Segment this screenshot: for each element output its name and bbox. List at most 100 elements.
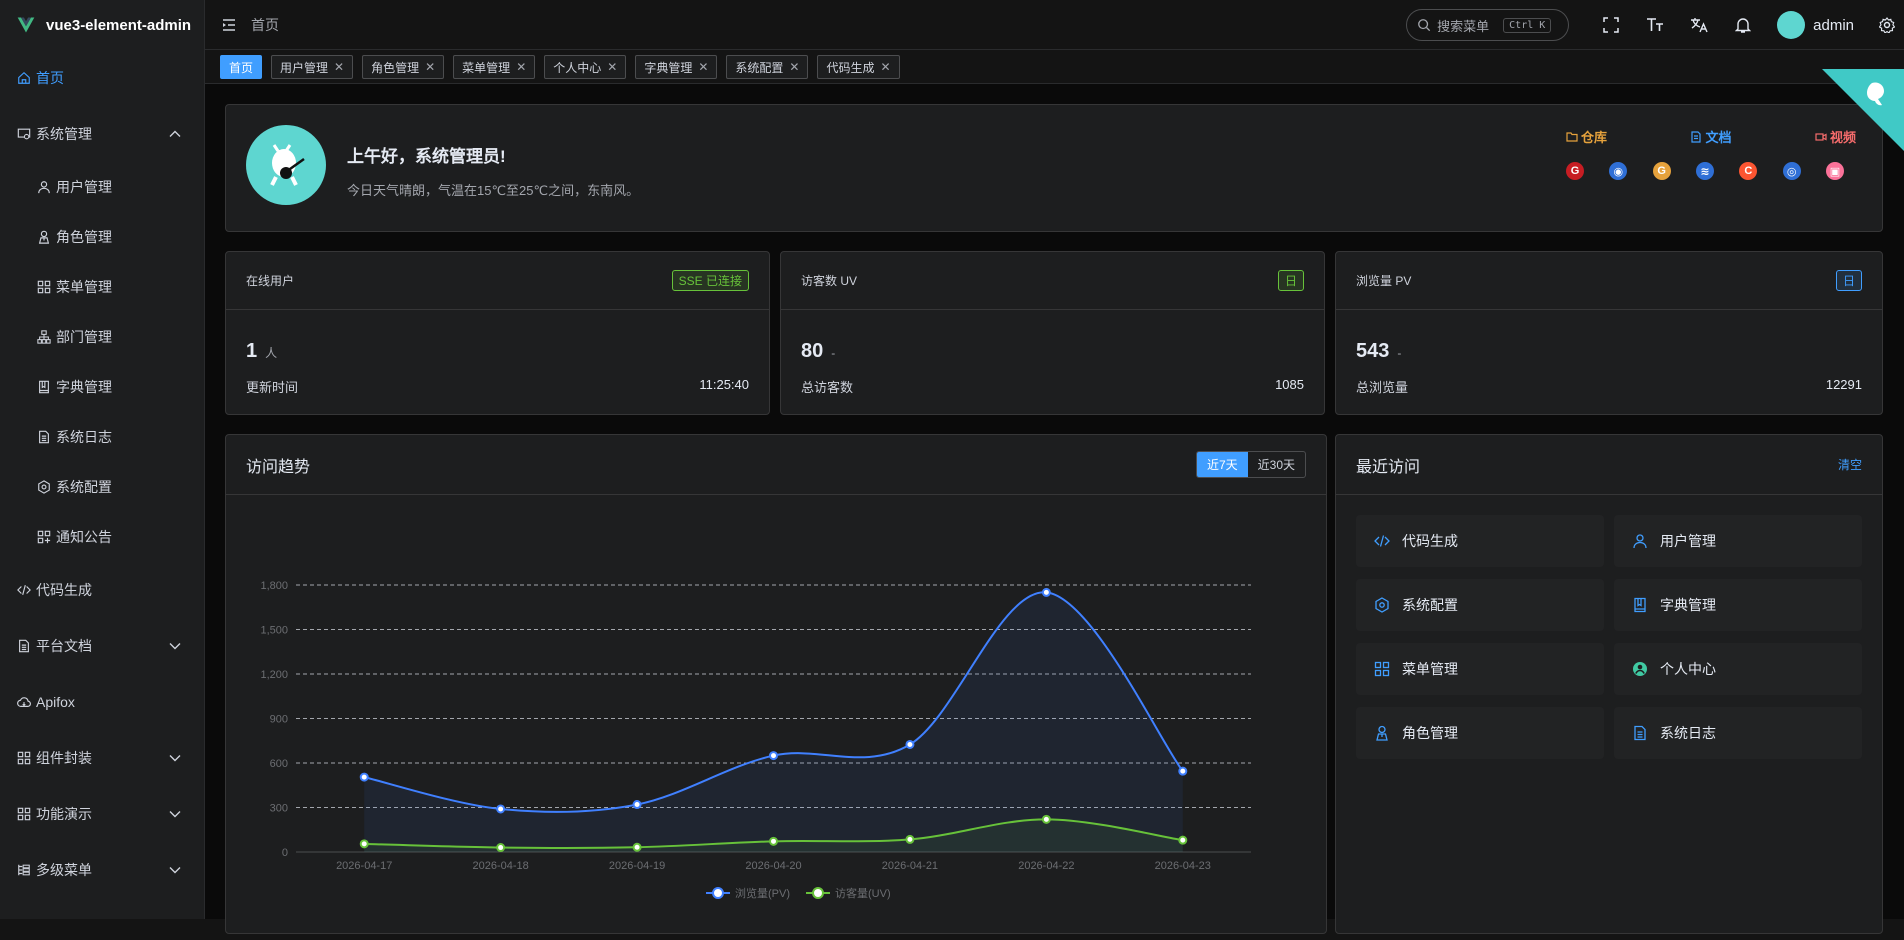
- y-tick-label: 600: [270, 758, 288, 770]
- logo[interactable]: vue3-element-admin: [0, 0, 204, 50]
- recent-item-5[interactable]: 个人中心: [1614, 643, 1862, 695]
- recent-item-0[interactable]: 代码生成: [1356, 515, 1604, 567]
- platform-icon-5[interactable]: ◎: [1783, 162, 1801, 180]
- x-tick-label: 2026-04-19: [609, 860, 665, 872]
- sidebar-item-0[interactable]: 首页: [0, 50, 204, 106]
- close-icon[interactable]: ✕: [607, 60, 617, 74]
- tag-2[interactable]: 角色管理✕: [362, 55, 444, 79]
- recent-item-7[interactable]: 系统日志: [1614, 707, 1862, 759]
- setting-icon-wrap: [36, 479, 52, 495]
- tag-5[interactable]: 字典管理✕: [635, 55, 717, 79]
- dashboard: 上午好，系统管理员! 今日天气晴朗，气温在15℃至25℃之间，东南风。 仓库 文…: [205, 84, 1904, 919]
- github-corner-icon[interactable]: [1822, 69, 1904, 151]
- avatar: [1777, 11, 1805, 39]
- sidebar-item-7[interactable]: 系统日志: [0, 412, 204, 462]
- tag-4[interactable]: 个人中心✕: [544, 55, 626, 79]
- close-icon[interactable]: ✕: [425, 60, 435, 74]
- user-dropdown[interactable]: admin: [1765, 11, 1874, 39]
- platform-icon-0[interactable]: G: [1566, 162, 1584, 180]
- fullscreen-button[interactable]: [1589, 0, 1633, 50]
- sidebar-item-1[interactable]: 系统管理: [0, 106, 204, 162]
- sidebar-item-9[interactable]: 通知公告: [0, 512, 204, 562]
- sidebar-item-5[interactable]: 部门管理: [0, 312, 204, 362]
- sidebar-item-13[interactable]: 组件封装: [0, 730, 204, 786]
- sidebar-item-3[interactable]: 角色管理: [0, 212, 204, 262]
- tag-3[interactable]: 菜单管理 ✕: [453, 55, 535, 79]
- y-tick-label: 0: [282, 847, 288, 859]
- sidebar-item-12[interactable]: Apifox: [0, 674, 204, 730]
- period-badge[interactable]: 日: [1278, 270, 1304, 291]
- docs-link[interactable]: 文档: [1690, 127, 1731, 146]
- recent-item-6[interactable]: 角色管理: [1356, 707, 1604, 759]
- setting-icon: [1374, 597, 1390, 613]
- breadcrumb[interactable]: 首页: [251, 15, 279, 35]
- gear-icon: [1879, 17, 1895, 33]
- tag-label: 菜单管理: [462, 59, 510, 76]
- welcome-card: 上午好，系统管理员! 今日天气晴朗，气温在15℃至25℃之间，东南风。 仓库 文…: [225, 104, 1883, 232]
- tag-0[interactable]: 首页: [220, 55, 262, 79]
- stat-foot-value: 12291: [1826, 377, 1862, 396]
- font-size-button[interactable]: [1633, 0, 1677, 50]
- platform-icon-1[interactable]: ◉: [1609, 162, 1627, 180]
- app-title: vue3-element-admin: [46, 17, 191, 34]
- data-point: [634, 801, 641, 808]
- language-button[interactable]: [1677, 0, 1721, 50]
- profile-icon: [1632, 661, 1648, 677]
- close-icon[interactable]: ✕: [789, 60, 799, 74]
- sidebar-item-label: 功能演示: [36, 804, 92, 824]
- notice-icon-wrap: [36, 529, 52, 545]
- stat-unit: -: [831, 346, 835, 360]
- close-icon[interactable]: ✕: [516, 60, 526, 74]
- y-tick-label: 1,500: [260, 625, 288, 637]
- tag-6[interactable]: 系统配置✕: [726, 55, 808, 79]
- sidebar-item-6[interactable]: 字典管理: [0, 362, 204, 412]
- chevron-up-icon: [168, 127, 182, 141]
- menu-icon: [17, 751, 31, 765]
- close-icon[interactable]: ✕: [334, 60, 344, 74]
- tag-1[interactable]: 用户管理✕: [271, 55, 353, 79]
- chevron-down-icon: [168, 863, 182, 877]
- sidebar: vue3-element-admin 首页系统管理用户管理角色管理菜单管理部门管…: [0, 0, 205, 919]
- user-name: admin: [1813, 17, 1854, 34]
- settings-button[interactable]: [1874, 0, 1900, 50]
- menu-search-input[interactable]: 搜索菜单 Ctrl K: [1406, 9, 1569, 41]
- sidebar-item-11[interactable]: 平台文档: [0, 618, 204, 674]
- list-icon: [17, 863, 31, 877]
- close-icon[interactable]: ✕: [698, 60, 708, 74]
- close-icon[interactable]: ✕: [881, 60, 891, 74]
- sidebar-item-8[interactable]: 系统配置: [0, 462, 204, 512]
- sidebar-item-2[interactable]: 用户管理: [0, 162, 204, 212]
- legend-marker: [813, 888, 823, 898]
- sidebar-item-15[interactable]: 多级菜单: [0, 842, 204, 898]
- online-users-card: 在线用户SSE 已连接 1人 更新时间11:25:40: [225, 251, 770, 415]
- menu-icon-wrap: [16, 806, 32, 822]
- data-point: [634, 844, 641, 851]
- clear-button[interactable]: 清空: [1838, 456, 1862, 473]
- menu-icon: [17, 807, 31, 821]
- platform-icon-2[interactable]: G: [1653, 162, 1671, 180]
- recent-item-4[interactable]: 菜单管理: [1356, 643, 1604, 695]
- recent-visits-card: 最近访问 清空 代码生成用户管理系统配置字典管理菜单管理个人中心角色管理系统日志: [1335, 434, 1883, 934]
- platform-icon-6[interactable]: ▣: [1826, 162, 1844, 180]
- sidebar-item-10[interactable]: 代码生成: [0, 562, 204, 618]
- notification-button[interactable]: [1721, 0, 1765, 50]
- repo-link[interactable]: 仓库: [1566, 127, 1607, 146]
- period-badge[interactable]: 日: [1836, 270, 1862, 291]
- range-7d-button[interactable]: 近7天: [1197, 452, 1248, 477]
- tag-7[interactable]: 代码生成✕: [817, 55, 899, 79]
- platform-icon-3[interactable]: ≋: [1696, 162, 1714, 180]
- recent-item-2[interactable]: 系统配置: [1356, 579, 1604, 631]
- sidebar-item-14[interactable]: 功能演示: [0, 786, 204, 842]
- platform-icon-4[interactable]: C: [1739, 162, 1757, 180]
- range-30d-button[interactable]: 近30天: [1248, 452, 1305, 477]
- tag-label: 首页: [229, 59, 253, 76]
- legend-label: 浏览量(PV): [735, 886, 790, 900]
- sidebar-item-4[interactable]: 菜单管理: [0, 262, 204, 312]
- document-icon-wrap: [36, 429, 52, 445]
- recent-item-3[interactable]: 字典管理: [1614, 579, 1862, 631]
- hamburger-icon[interactable]: [221, 17, 237, 33]
- recent-item-1[interactable]: 用户管理: [1614, 515, 1862, 567]
- recent-item-label: 菜单管理: [1402, 659, 1458, 679]
- recent-icon-wrap: [1632, 661, 1648, 677]
- y-tick-label: 300: [270, 803, 288, 815]
